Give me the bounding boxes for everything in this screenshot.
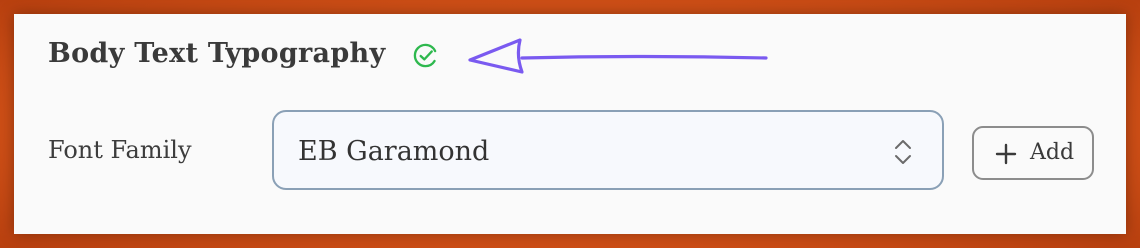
plus-icon [995,143,1017,165]
section-title: Body Text Typography [48,38,386,69]
add-font-button[interactable]: Add [972,126,1094,180]
chevron-up-down-icon [895,140,911,164]
typography-panel: Body Text Typography Font Family EB Gara… [14,14,1126,234]
add-button-label: Add [1030,140,1075,165]
font-family-label: Font Family [48,136,192,164]
arrow-annotation-icon [468,38,768,74]
check-circle-icon [413,43,438,68]
font-family-select[interactable]: EB Garamond [272,110,944,190]
font-family-selected-value: EB Garamond [298,136,490,167]
